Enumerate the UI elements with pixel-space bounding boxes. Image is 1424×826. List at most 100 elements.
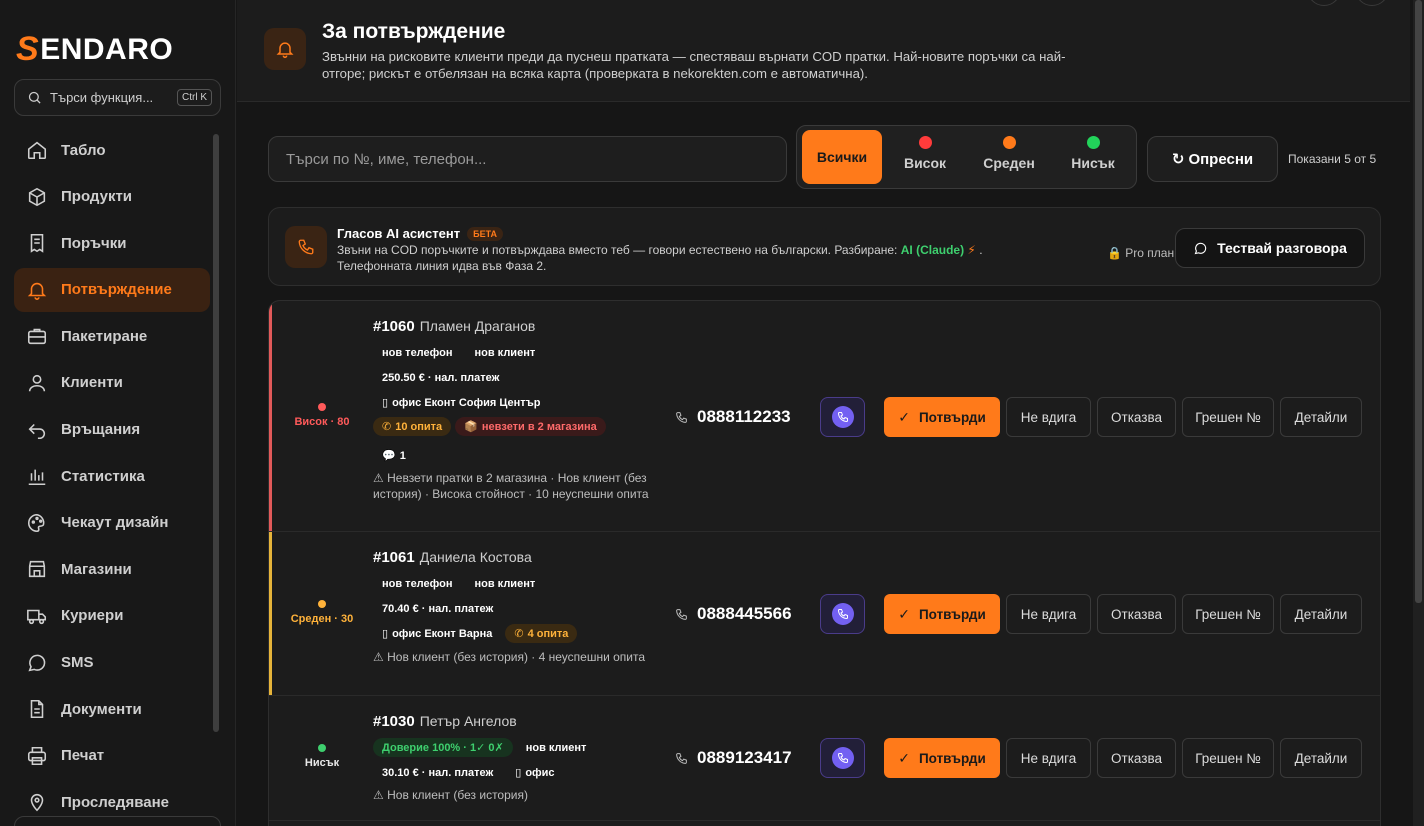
ai-model-name: AI (Claude) [900,243,965,257]
sidebar-item-label: Пакетиране [61,327,148,345]
high-risk-dot [918,136,932,149]
phone-text: 0888112233 [697,407,791,426]
sidebar-item-products[interactable]: Продукти [14,175,210,219]
low-risk-dot [1086,136,1100,149]
viber-button[interactable] [820,397,865,437]
warning-text: Нов клиент (без история) [387,788,528,802]
order-card: Нисък #1030 Петър Ангелов Доверие 100% · … [269,696,1380,821]
order-comments[interactable]: 💬 1 [373,446,419,465]
feature-search[interactable]: Търси функция... Ctrl K [14,79,221,116]
test-call-button[interactable]: Тествай разговора [1175,228,1365,268]
feature-search-placeholder: Търси функция... [50,90,154,105]
details-button[interactable]: Детайли [1280,738,1362,778]
sidebar-item-clients[interactable]: Клиенти [14,361,210,405]
details-button[interactable]: Детайли [1280,594,1362,634]
phone-number[interactable]: 0889123417 [675,748,792,768]
sidebar-item-returns[interactable]: Връщания [14,408,210,452]
sidebar-item-label: Куриери [61,607,124,625]
no-answer-button[interactable]: Не вдига [1006,397,1091,437]
sidebar-item-label: Потвърждение [61,281,172,299]
logo[interactable]: S ENDARO [16,30,173,69]
sidebar-scrollbar[interactable] [213,134,219,732]
filter-label: Висок [903,155,947,171]
sidebar-item-orders[interactable]: Поръчки [14,221,210,265]
confirm-button[interactable]: ✓ Потвърди [884,594,1000,634]
filter-medium[interactable]: Среден [973,130,1045,184]
sidebar-bottom-panel[interactable] [14,816,221,826]
refuse-button[interactable]: Отказва [1097,594,1176,634]
phone-icon [676,411,687,423]
wrong-number-button[interactable]: Грешен № [1182,594,1274,634]
sidebar-item-documents[interactable]: Документи [14,687,210,731]
office-chip: ▯ офис Еконт Варна [373,624,501,643]
briefcase-icon [27,329,47,345]
sidebar-item-checkout-design[interactable]: Чекаут дизайн [14,501,210,545]
sidebar-item-print[interactable]: Печат [14,734,210,778]
page-scrollbar[interactable] [1413,0,1424,826]
header-icon-box [264,28,306,70]
sidebar-item-label: Документи [61,700,142,718]
beta-badge: БЕТА [467,226,503,241]
store-icon [28,561,46,578]
order-flags: ✆ 10 опита 📦 невзети в 2 магазина [373,417,610,436]
chat-icon [1194,242,1207,254]
header-circle-button-2[interactable] [1355,0,1389,6]
sidebar-item-label: Продукти [61,188,133,206]
risk-indicator: Нисък [272,744,372,769]
sidebar-item-stores[interactable]: Магазини [14,547,210,591]
ai-icon-box [285,226,327,268]
comments-count: 1 [399,450,406,462]
wrong-number-button[interactable]: Грешен № [1182,397,1274,437]
page-title: За потвърждение [322,20,506,43]
risk-indicator: Среден · 30 [272,600,372,625]
header-circle-button-1[interactable] [1307,0,1341,6]
phone-number[interactable]: 0888445566 [675,604,792,624]
building-icon: ▯ [515,767,522,779]
filter-high[interactable]: Висок [890,130,960,184]
sidebar-item-packing[interactable]: Пакетиране [14,314,210,358]
wrong-number-button[interactable]: Грешен № [1182,738,1274,778]
order-number[interactable]: #1060 [373,318,415,335]
check-icon: ✓ [898,408,910,425]
amount-text: 250.50 € · нал. платеж [382,372,500,384]
order-search-input[interactable] [268,136,787,182]
viber-icon [831,747,854,769]
risk-label: Среден · 30 [290,613,354,625]
refresh-button[interactable]: ↻ Опресни [1147,136,1278,182]
filter-all[interactable]: Всички [802,130,882,184]
refresh-label: Опресни [1188,150,1254,168]
message-icon [28,654,46,671]
viber-button[interactable] [820,738,865,778]
sidebar-item-confirmation[interactable]: Потвърждение [14,267,210,312]
sidebar-item-couriers[interactable]: Куриери [14,594,210,638]
page-scrollbar-thumb[interactable] [1415,0,1422,603]
details-button[interactable]: Детайли [1280,397,1362,437]
receipt-icon [30,234,44,253]
confirm-button[interactable]: ✓ Потвърди [884,397,1000,437]
order-number[interactable]: #1061 [373,549,415,566]
order-number[interactable]: #1030 [373,713,415,730]
phone-text: 0888445566 [697,604,792,623]
customer-name: Даниела Костова [419,549,532,565]
filter-label: Всички [816,149,868,165]
location-icon [30,794,44,812]
phone-number[interactable]: 0888112233 [675,407,791,427]
filter-low[interactable]: Нисък [1058,130,1128,184]
no-answer-button[interactable]: Не вдига [1006,594,1091,634]
printer-icon [27,746,47,765]
viber-button[interactable] [820,594,865,634]
refuse-button[interactable]: Отказва [1097,397,1176,437]
order-amount: 70.40 € · нал. платеж [373,600,506,618]
office-text: офис Еконт Варна [392,628,493,640]
attempts-chip: ✆ 4 опита [505,624,578,643]
confirm-button[interactable]: ✓ Потвърди [884,738,1000,778]
box-icon [28,187,46,206]
no-answer-button[interactable]: Не вдига [1006,738,1091,778]
return-icon [28,423,46,439]
sidebar-item-statistics[interactable]: Статистика [14,454,210,498]
ai-desc-part2: Телефонната линия идва във Фаза 2. [337,258,547,273]
sidebar-item-dashboard[interactable]: Табло [14,128,210,172]
sidebar-item-sms[interactable]: SMS [14,641,210,685]
refuse-button[interactable]: Отказва [1097,738,1176,778]
sidebar-item-label: Поръчки [61,234,127,252]
